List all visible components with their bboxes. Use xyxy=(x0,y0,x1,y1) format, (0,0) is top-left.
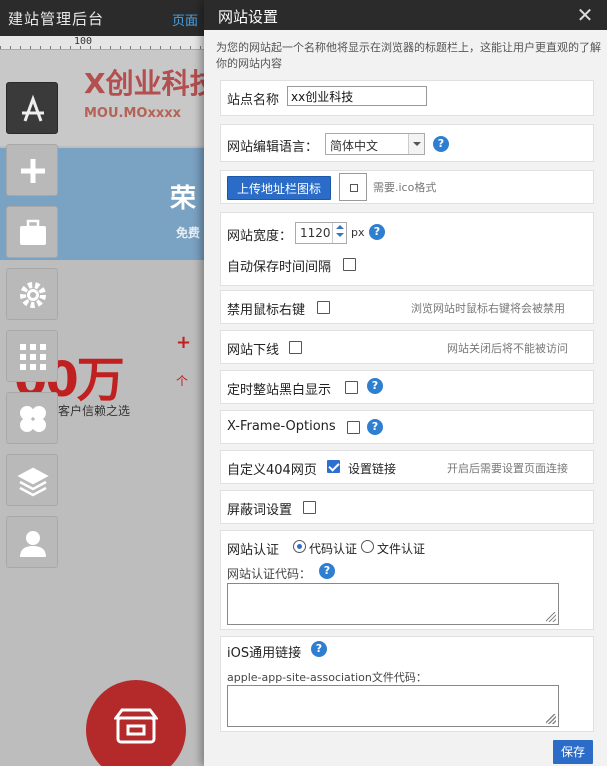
custom-404-link[interactable]: 设置链接 xyxy=(348,460,396,477)
favicon-hint: 需要.ico格式 xyxy=(373,181,437,194)
xframe-checkbox[interactable] xyxy=(347,421,360,434)
dialog-title: 网站设置 xyxy=(218,8,279,26)
ruler-label: 100 xyxy=(74,36,93,47)
file-verification-label: 文件认证 xyxy=(377,542,426,556)
disable-right-click-hint: 浏览网站时鼠标右键将会被禁用 xyxy=(411,302,565,315)
verification-code-textarea[interactable] xyxy=(227,583,559,625)
stat-caption: 客户信赖之选 xyxy=(58,404,131,418)
code-verification-radio[interactable] xyxy=(293,540,306,553)
upload-favicon-button[interactable]: 上传地址栏图标 xyxy=(227,176,331,200)
xframe-row: X-Frame-Options ? xyxy=(220,410,594,444)
ios-link-row: iOS通用链接 ? apple-app-site-association文件代码… xyxy=(220,636,594,732)
tool-layers[interactable] xyxy=(6,454,58,506)
autosave-label: 自动保存时间间隔 xyxy=(227,260,332,275)
chevron-down-icon xyxy=(408,134,424,154)
tool-add[interactable] xyxy=(6,144,58,196)
offline-checkbox[interactable] xyxy=(289,341,302,354)
tool-app-store[interactable] xyxy=(6,82,58,134)
grid-icon xyxy=(20,344,46,370)
site-logo-text: X创业科技 xyxy=(84,67,218,100)
tool-grid[interactable] xyxy=(6,330,58,382)
verification-label: 网站认证 xyxy=(227,543,280,558)
user-icon xyxy=(20,531,46,557)
ios-code-textarea[interactable] xyxy=(227,685,559,727)
help-icon[interactable]: ? xyxy=(369,224,385,240)
edit-language-select[interactable]: 简体中文 xyxy=(325,133,425,155)
help-icon[interactable]: ? xyxy=(367,419,383,435)
close-icon[interactable]: ✕ xyxy=(574,4,596,26)
help-icon[interactable]: ? xyxy=(311,641,327,657)
block-words-checkbox[interactable] xyxy=(303,501,316,514)
custom-404-hint: 开启后需要设置页面连接 xyxy=(447,462,568,475)
resize-grip-icon[interactable] xyxy=(546,714,556,724)
site-name-row: 站点名称 xyxy=(220,80,594,116)
grayscale-label: 定时整站黑白显示 xyxy=(227,383,332,398)
app-store-icon xyxy=(22,94,44,122)
help-icon[interactable]: ? xyxy=(367,378,383,394)
block-words-label: 屏蔽词设置 xyxy=(227,503,293,518)
disable-right-click-row: 禁用鼠标右键 浏览网站时鼠标右键将会被禁用 xyxy=(220,290,594,324)
grayscale-row: 定时整站黑白显示 ? xyxy=(220,370,594,404)
code-verification-label: 代码认证 xyxy=(309,542,358,556)
layers-icon xyxy=(17,467,49,497)
tool-user[interactable] xyxy=(6,516,58,568)
stat-unit: 个 xyxy=(176,374,189,388)
app-title: 建站管理后台 xyxy=(8,10,105,28)
site-name-label: 站点名称 xyxy=(227,93,280,108)
ios-code-label: apple-app-site-association文件代码： xyxy=(227,671,427,684)
page-menu-link[interactable]: 页面 xyxy=(172,10,198,29)
shop-icon xyxy=(114,708,158,744)
site-name-input[interactable] xyxy=(287,86,427,106)
disable-right-click-label: 禁用鼠标右键 xyxy=(227,303,306,318)
site-logo-subtext: MOU.MOxxxx xyxy=(84,106,182,121)
help-icon[interactable]: ? xyxy=(319,563,335,579)
autosave-checkbox[interactable] xyxy=(343,258,356,271)
verification-code-label: 网站认证代码： xyxy=(227,567,312,581)
dialog-titlebar: 网站设置 ✕ xyxy=(204,0,607,30)
custom-404-row: 自定义404网页 设置链接 开启后需要设置页面连接 xyxy=(220,450,594,484)
width-label: 网站宽度： xyxy=(227,229,293,244)
favicon-preview-icon xyxy=(339,173,367,201)
xframe-label: X-Frame-Options xyxy=(227,419,336,434)
tool-toolbox[interactable] xyxy=(6,206,58,258)
banner-subtext: 免费 xyxy=(176,226,201,240)
plus-icon xyxy=(21,159,45,183)
briefcase-icon xyxy=(20,219,46,245)
tool-clover[interactable] xyxy=(6,392,58,444)
verification-row: 网站认证 代码认证 文件认证 网站认证代码： ? xyxy=(220,530,594,630)
width-value: 1120 xyxy=(300,226,331,240)
edit-language-row: 网站编辑语言： 简体中文 ? xyxy=(220,124,594,162)
stat-plus: + xyxy=(176,332,192,353)
custom-404-label: 自定义404网页 xyxy=(227,463,317,478)
save-button[interactable]: 保存 xyxy=(553,740,593,764)
help-icon[interactable]: ? xyxy=(433,136,449,152)
dialog-description: 为您的网站起一个名称他将显示在浏览器的标题栏上，这能让用户更直观的了解你的网站内… xyxy=(216,41,601,70)
gear-icon xyxy=(20,282,46,308)
ios-link-label: iOS通用链接 xyxy=(227,646,302,661)
spinner-buttons[interactable] xyxy=(332,223,346,243)
offline-hint: 网站关闭后将不能被访问 xyxy=(447,342,568,355)
width-row: 网站宽度： 1120 px ? 自动保存时间间隔 xyxy=(220,212,594,286)
resize-grip-icon[interactable] xyxy=(546,612,556,622)
custom-404-checkbox[interactable] xyxy=(327,460,340,473)
edit-language-value: 简体中文 xyxy=(330,139,379,153)
tool-settings[interactable] xyxy=(6,268,58,320)
file-verification-radio[interactable] xyxy=(361,540,374,553)
clover-icon xyxy=(20,406,46,432)
favicon-row: 上传地址栏图标 需要.ico格式 xyxy=(220,170,594,204)
edit-language-label: 网站编辑语言： xyxy=(227,140,319,155)
offline-label: 网站下线 xyxy=(227,343,280,358)
offline-row: 网站下线 网站关闭后将不能被访问 xyxy=(220,330,594,364)
grayscale-checkbox[interactable] xyxy=(345,381,358,394)
banner-heading: 荣 xyxy=(170,184,197,214)
width-spinner[interactable]: 1120 xyxy=(295,222,347,244)
disable-right-click-checkbox[interactable] xyxy=(317,301,330,314)
site-settings-dialog: 网站设置 ✕ 为您的网站起一个名称他将显示在浏览器的标题栏上，这能让用户更直观的… xyxy=(204,0,607,766)
width-unit: px xyxy=(351,226,365,239)
block-words-row: 屏蔽词设置 xyxy=(220,490,594,524)
